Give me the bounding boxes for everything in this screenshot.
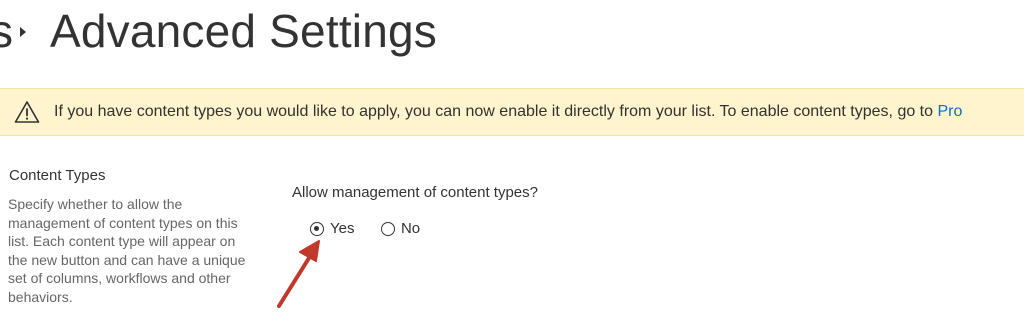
section-description: Specify whether to allow the management …	[8, 196, 246, 305]
section-title: Content Types	[9, 167, 106, 184]
radio-no-label[interactable]: No	[401, 220, 420, 237]
breadcrumb-previous-item[interactable]: s	[0, 4, 13, 58]
radio-no[interactable]: No	[380, 220, 420, 238]
radio-no-unselected-icon[interactable]	[380, 221, 395, 236]
warning-icon	[14, 101, 40, 123]
banner-message: If you have content types you would like…	[54, 102, 962, 122]
warning-banner: If you have content types you would like…	[0, 88, 1024, 136]
banner-link[interactable]: Pro	[937, 103, 962, 120]
advanced-settings-page: s Advanced Settings If you have content …	[0, 0, 1024, 335]
breadcrumb-separator-icon	[20, 27, 26, 37]
banner-message-text: If you have content types you would like…	[54, 103, 938, 120]
breadcrumb: s Advanced Settings	[0, 0, 1024, 64]
page-title: Advanced Settings	[50, 5, 437, 57]
content-types-question: Allow management of content types?	[292, 184, 538, 201]
radio-yes-label[interactable]: Yes	[330, 220, 354, 237]
red-arrow-icon	[277, 240, 320, 308]
